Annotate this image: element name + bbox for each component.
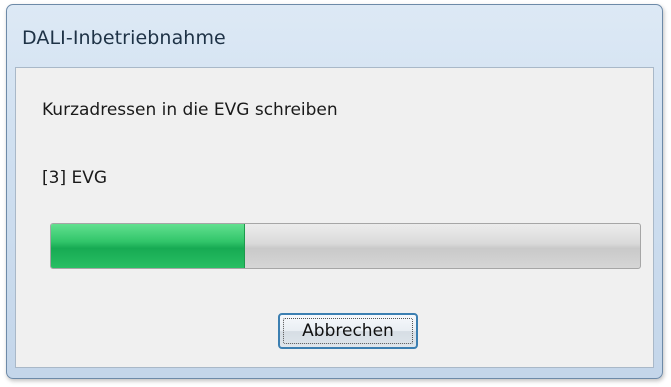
window-title: DALI-Inbetriebnahme — [22, 27, 226, 49]
device-status: [3] EVG — [42, 168, 108, 188]
dialog-window: DALI-Inbetriebnahme Kurzadressen in die … — [6, 4, 663, 379]
cancel-button-label: Abbrechen — [283, 318, 413, 344]
progress-bar — [50, 223, 641, 269]
status-message: Kurzadressen in die EVG schreiben — [42, 100, 338, 120]
cancel-button[interactable]: Abbrechen — [278, 313, 418, 349]
progress-bar-fill — [51, 224, 246, 268]
dialog-content: Kurzadressen in die EVG schreiben [3] EV… — [15, 67, 654, 368]
title-bar[interactable]: DALI-Inbetriebnahme — [7, 5, 662, 67]
